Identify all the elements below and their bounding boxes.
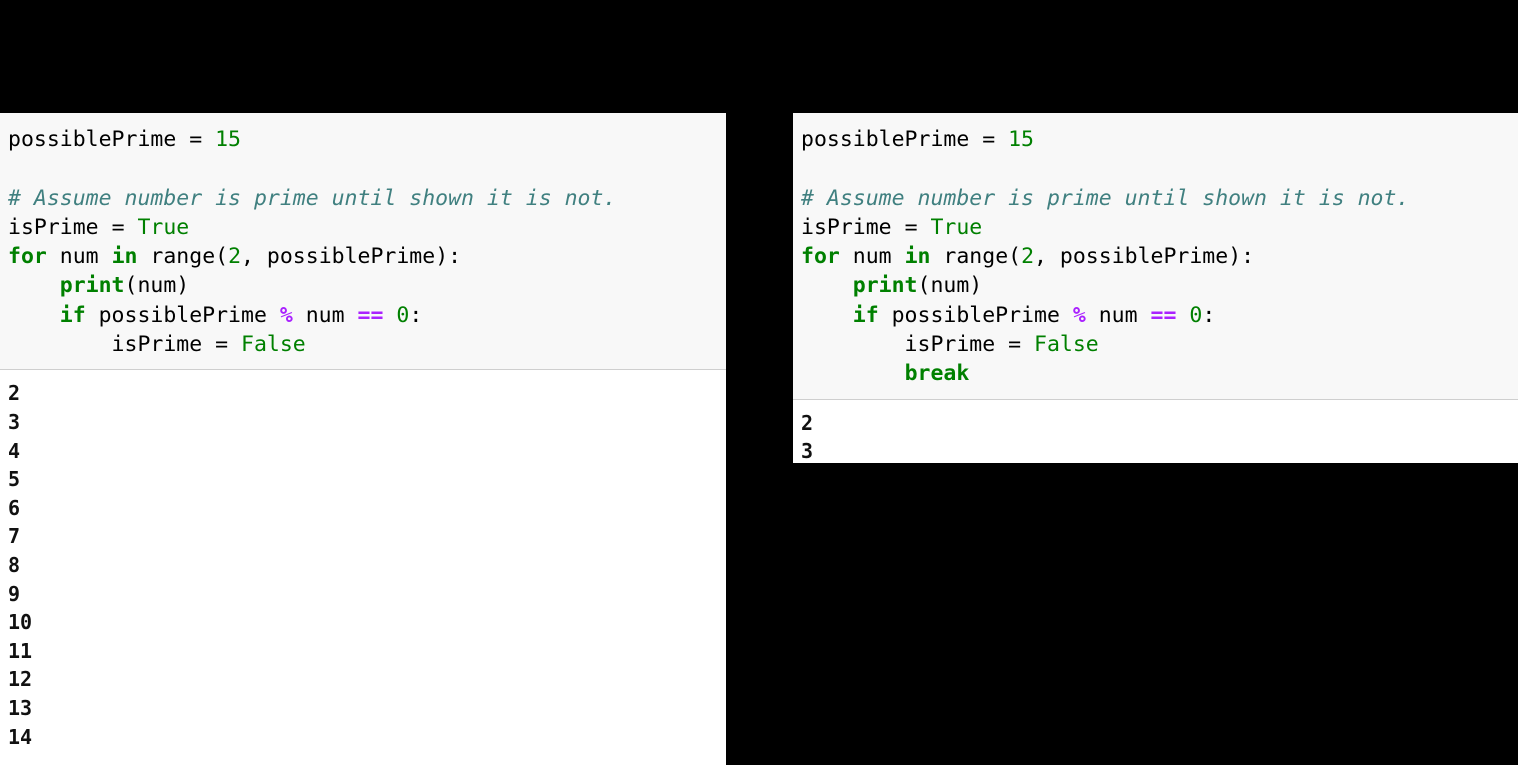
code-token-plain: isPrime [8, 214, 112, 240]
code-line: for num in range(2, possiblePrime): [8, 242, 726, 271]
code-token-plain: num [46, 244, 112, 270]
code-line: print(num) [801, 271, 1518, 300]
code-token-plain: = [215, 332, 241, 358]
code-token-num: 2 [228, 244, 242, 270]
code-token-op: == [1150, 302, 1177, 328]
code-token-plain: , possiblePrime): [241, 244, 462, 270]
code-line: break [801, 359, 1518, 388]
code-line: if possiblePrime % num == 0: [801, 301, 1518, 330]
code-token-plain: (num) [124, 273, 190, 299]
output-line: 3 [801, 439, 814, 463]
output-line: 5 [8, 467, 21, 492]
code-line: isPrime = False [8, 330, 726, 359]
code-token-kw: in [904, 244, 931, 270]
code-token-kw: if [59, 302, 86, 328]
code-token-plain: = [111, 214, 138, 240]
code-token-plain: = [189, 127, 216, 152]
code-token-plain: possiblePrime [85, 302, 280, 328]
code-line: possiblePrime = 15 [801, 125, 1518, 154]
output-line: 12 [8, 667, 33, 692]
code-token-kw: if [852, 302, 879, 328]
code-token-bool: True [930, 214, 983, 240]
code-token-plain: isPrime [801, 214, 905, 240]
code-token-num: 15 [1008, 127, 1034, 152]
code-output-panel-left: possiblePrime = 15 # Assume number is pr… [0, 113, 726, 765]
code-token-plain: possiblePrime [8, 127, 190, 152]
code-block-right[interactable]: possiblePrime = 15 # Assume number is pr… [793, 113, 1518, 400]
code-token-op: % [1072, 302, 1086, 328]
code-block-left[interactable]: possiblePrime = 15 # Assume number is pr… [0, 113, 726, 371]
code-token-bool: True [137, 214, 190, 240]
code-token-plain: (num) [917, 273, 983, 299]
code-token-plain: = [904, 214, 931, 240]
code-line: isPrime = False [801, 330, 1518, 359]
code-token-plain: : [1202, 302, 1216, 328]
code-token-num: 15 [215, 127, 241, 152]
code-line: # Assume number is prime until shown it … [801, 184, 1518, 213]
code-token-kw: for [8, 244, 47, 270]
output-line: 8 [8, 552, 21, 577]
code-token-op: % [279, 302, 293, 328]
output-line: 3 [8, 409, 21, 434]
code-token-comment: # Assume number is prime until shown it … [801, 185, 1410, 211]
code-output-panel-right: possiblePrime = 15 # Assume number is pr… [793, 113, 1518, 463]
code-token-plain: possiblePrime [801, 127, 983, 152]
code-token-op: == [357, 302, 384, 328]
code-token-plain: possiblePrime [878, 302, 1073, 328]
code-token-bool: False [241, 332, 306, 358]
output-line: 7 [8, 524, 21, 549]
code-token-kw: for [801, 244, 840, 270]
output-line: 10 [8, 610, 33, 635]
code-token-kw: break [904, 361, 970, 387]
code-line: print(num) [8, 271, 726, 300]
code-token-num: 0 [1189, 302, 1203, 328]
output-block-right: 23 [793, 399, 1518, 463]
code-token-plain: num [1085, 302, 1151, 328]
code-token-plain: range( [930, 244, 1022, 270]
code-line: for num in range(2, possiblePrime): [801, 242, 1518, 271]
code-line: isPrime = True [8, 213, 726, 242]
output-line: 2 [801, 410, 814, 435]
code-token-plain: num [839, 244, 905, 270]
code-token-num: 0 [396, 302, 410, 328]
code-token-kw: in [111, 244, 138, 270]
output-line: 13 [8, 695, 33, 720]
code-line: if possiblePrime % num == 0: [8, 301, 726, 330]
code-token-plain: = [982, 127, 1009, 152]
code-token-plain: isPrime [8, 332, 216, 358]
code-token-num: 2 [1021, 244, 1035, 270]
output-line: 11 [8, 638, 33, 663]
code-line: # Assume number is prime until shown it … [8, 184, 726, 213]
code-token-fn: print [852, 273, 918, 299]
code-token-plain: range( [137, 244, 229, 270]
code-line: isPrime = True [801, 213, 1518, 242]
output-line: 4 [8, 438, 21, 463]
code-token-bool: False [1034, 332, 1099, 358]
code-token-comment: # Assume number is prime until shown it … [8, 185, 617, 211]
output-line: 14 [8, 724, 33, 749]
output-line: 2 [8, 381, 21, 406]
code-token-plain: , possiblePrime): [1034, 244, 1255, 270]
code-token-plain: = [1008, 332, 1034, 358]
code-token-plain: isPrime [801, 332, 1009, 358]
output-line: 6 [8, 495, 21, 520]
code-token-plain: : [409, 302, 423, 328]
output-line: 9 [8, 581, 21, 606]
code-token-plain: num [292, 302, 358, 328]
code-token-fn: print [59, 273, 125, 299]
output-block-left: 2 3 4 5 6 7 8 9 10 11 12 13 14 [0, 370, 726, 758]
code-line: possiblePrime = 15 [8, 125, 726, 154]
